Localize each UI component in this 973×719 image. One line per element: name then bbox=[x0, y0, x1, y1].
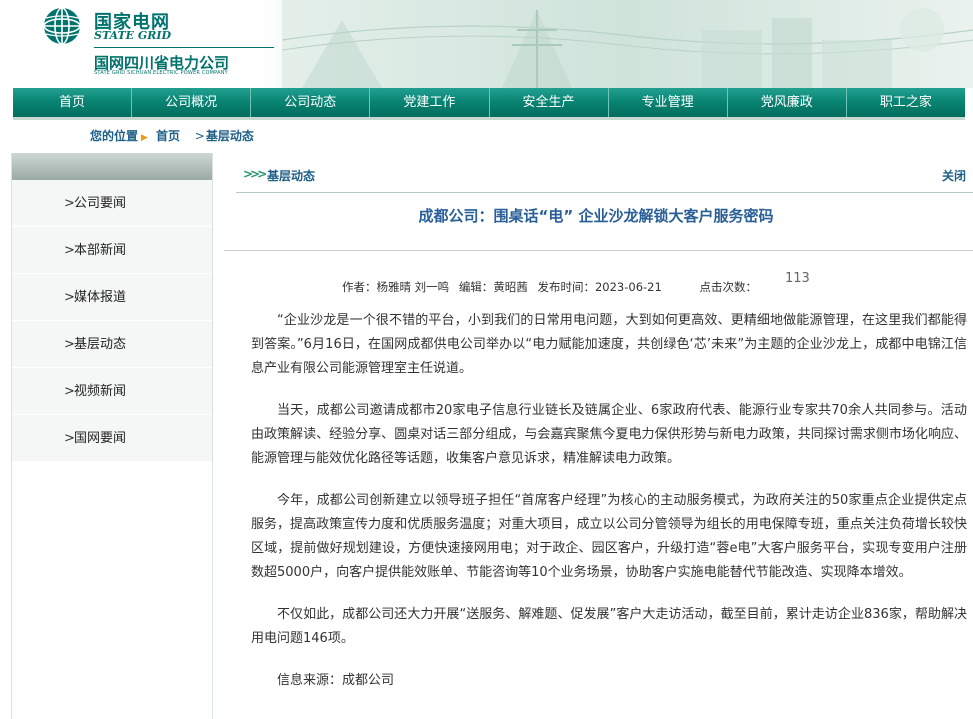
editor-label: 编辑： bbox=[458, 280, 494, 294]
sidebar-item-label: 国网要闻 bbox=[74, 431, 127, 446]
article-body: “企业沙龙是一个很不错的平台，小到我们的日常用电问题，大到如何更高效、更精细地做… bbox=[251, 309, 967, 693]
chevron-right-icon: > bbox=[64, 290, 75, 305]
sidebar-item-label: 公司要闻 bbox=[74, 196, 127, 211]
sidebar-item-company-news[interactable]: >公司要闻 bbox=[12, 180, 212, 227]
editor-value: 黄昭茜 bbox=[493, 280, 528, 294]
nav-item-staff-home[interactable]: 职工之家 bbox=[847, 88, 965, 117]
sidebar-item-video-news[interactable]: >视频新闻 bbox=[12, 368, 212, 415]
site-header: 国家电网 STATE GRID 国网四川省电力公司 STATE GRID SIC… bbox=[0, 0, 973, 88]
nav-item-home[interactable]: 首页 bbox=[13, 88, 133, 117]
breadcrumb-label: 您的位置 bbox=[90, 129, 139, 143]
sidebar-item-label: 视频新闻 bbox=[74, 384, 127, 399]
breadcrumb-separator-icon: > bbox=[187, 129, 205, 143]
article-paragraph: “企业沙龙是一个很不错的平台，小到我们的日常用电问题，大到如何更高效、更精细地做… bbox=[251, 313, 967, 376]
sidebar-item-label: 媒体报道 bbox=[74, 290, 127, 305]
date-label: 发布时间： bbox=[537, 280, 595, 294]
nav-item-company-news[interactable]: 公司动态 bbox=[251, 88, 371, 117]
chevron-right-icon: > bbox=[64, 196, 75, 211]
sidebar-item-label: 本部新闻 bbox=[74, 243, 127, 258]
main-content: >>> 基层动态 关闭 成都公司：围桌话“电” 企业沙龙解锁大客户服务密码 作者… bbox=[224, 153, 973, 719]
main-nav: 首页 公司概况 公司动态 党建工作 安全生产 专业管理 党风廉政 职工之家 bbox=[13, 88, 965, 120]
company-english-name: STATE GRID SICHUAN ELECTRIC POWER COMPAN… bbox=[94, 70, 228, 76]
article-paragraph: 今年，成都公司创新建立以领导班子担任“首席客户经理”为核心的主动服务模式，为政府… bbox=[251, 493, 967, 580]
hits-label: 点击次数： bbox=[699, 280, 757, 294]
date-value: 2023-06-21 bbox=[594, 280, 662, 294]
header-banner-image bbox=[282, 0, 973, 88]
sidebar: >公司要闻 >本部新闻 >媒体报道 >基层动态 >视频新闻 >国网要闻 bbox=[11, 153, 213, 719]
title-divider bbox=[224, 250, 973, 251]
sidebar-header-bar bbox=[12, 153, 212, 180]
sidebar-item-sgcc-news[interactable]: >国网要闻 bbox=[12, 415, 212, 462]
article-meta: 作者：杨雅晴 刘一鸣 编辑：黄昭茜 发布时间：2023-06-21 点击次数： bbox=[342, 279, 757, 295]
author-label: 作者： bbox=[342, 280, 377, 294]
sidebar-item-hq-news[interactable]: >本部新闻 bbox=[12, 227, 212, 274]
logo-divider bbox=[94, 47, 274, 48]
sidebar-item-grassroots-news[interactable]: >基层动态 bbox=[12, 321, 212, 368]
author-value: 杨雅晴 刘一鸣 bbox=[376, 280, 450, 294]
double-chevron-right-icon: >>> bbox=[243, 167, 267, 181]
state-grid-emblem-icon bbox=[43, 7, 81, 45]
nav-item-professional-mgmt[interactable]: 专业管理 bbox=[609, 88, 728, 117]
article-source: 信息来源：成都公司 bbox=[277, 673, 395, 688]
section-title: 基层动态 bbox=[267, 169, 316, 183]
close-link[interactable]: 关闭 bbox=[942, 167, 966, 184]
page: 国家电网 STATE GRID 国网四川省电力公司 STATE GRID SIC… bbox=[0, 0, 973, 719]
sidebar-item-label: 基层动态 bbox=[74, 337, 127, 352]
breadcrumb: 您的位置 ▶ 首页 >基层动态 bbox=[90, 127, 257, 145]
hits-value: 113 bbox=[785, 271, 810, 286]
section-header: >>> 基层动态 关闭 bbox=[236, 163, 973, 193]
nav-item-integrity[interactable]: 党风廉政 bbox=[728, 88, 847, 117]
chevron-right-icon: > bbox=[64, 431, 75, 446]
chevron-right-icon: > bbox=[64, 384, 75, 399]
logo-english-name: STATE GRID bbox=[94, 29, 172, 42]
breadcrumb-arrow-icon: ▶ bbox=[141, 133, 148, 143]
article-paragraph: 不仅如此，成都公司还大力开展“送服务、解难题、促发展”客户大走访活动，截至目前，… bbox=[251, 607, 967, 646]
article-title: 成都公司：围桌话“电” 企业沙龙解锁大客户服务密码 bbox=[418, 207, 774, 225]
breadcrumb-home-link[interactable]: 首页 bbox=[156, 129, 180, 143]
sidebar-menu: >公司要闻 >本部新闻 >媒体报道 >基层动态 >视频新闻 >国网要闻 bbox=[12, 180, 212, 462]
breadcrumb-current[interactable]: 基层动态 bbox=[206, 129, 254, 143]
article-paragraph: 当天，成都公司邀请成都市20家电子信息行业链长及链属企业、6家政府代表、能源行业… bbox=[251, 403, 967, 466]
chevron-right-icon: > bbox=[64, 243, 75, 258]
nav-item-company-overview[interactable]: 公司概况 bbox=[132, 88, 252, 117]
chevron-right-icon: > bbox=[64, 337, 75, 352]
state-grid-logo[interactable]: 国家电网 STATE GRID 国网四川省电力公司 STATE GRID SIC… bbox=[42, 6, 282, 82]
sidebar-item-media-reports[interactable]: >媒体报道 bbox=[12, 274, 212, 321]
nav-item-safety[interactable]: 安全生产 bbox=[490, 88, 609, 117]
nav-item-party-building[interactable]: 党建工作 bbox=[370, 88, 490, 117]
